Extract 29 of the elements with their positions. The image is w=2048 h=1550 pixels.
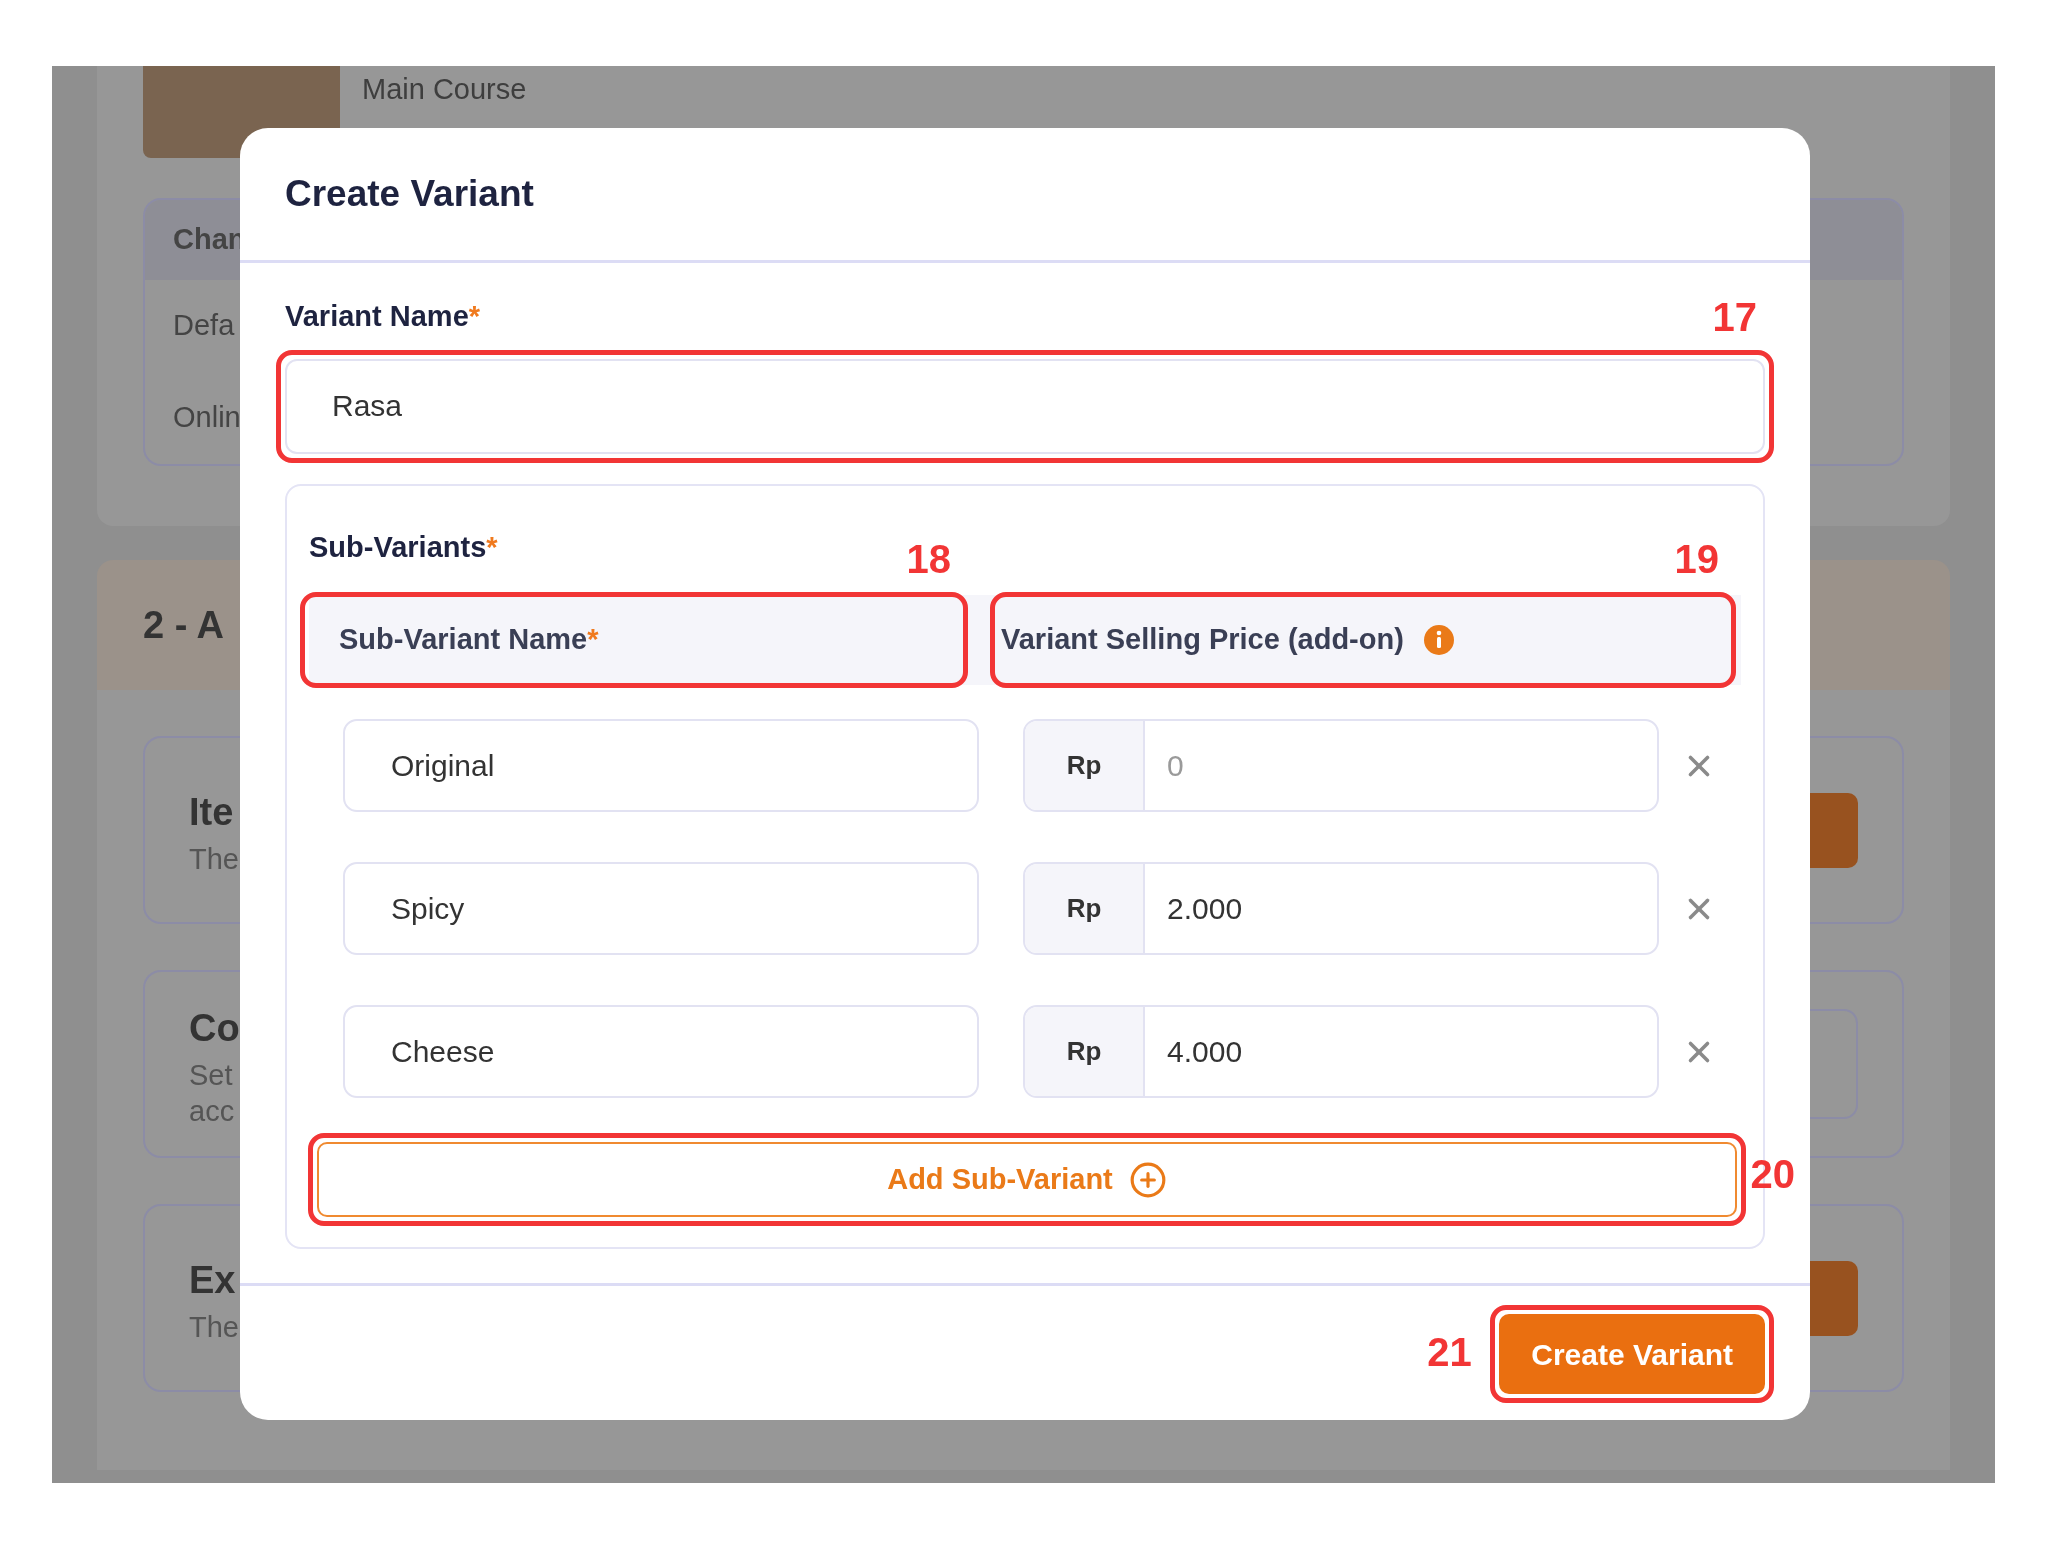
- price-field[interactable]: Rp 4.000: [1023, 1005, 1659, 1098]
- sub-variant-name-field[interactable]: Spicy: [343, 862, 979, 955]
- price-field[interactable]: Rp 0: [1023, 719, 1659, 812]
- price-field[interactable]: Rp 2.000: [1023, 862, 1659, 955]
- column-label: Sub-Variant Name*: [339, 622, 599, 658]
- annotation-number: 21: [1427, 1332, 1472, 1372]
- currency-label: Rp: [1025, 721, 1145, 810]
- field-label: Variant Name*: [285, 299, 481, 334]
- variant-name-field[interactable]: Rasa: [285, 358, 1765, 454]
- card-title: Ite: [189, 789, 235, 835]
- card-description: Set acc: [189, 1057, 236, 1129]
- card-description: The: [189, 1309, 239, 1345]
- channel-row-text: Onlin: [173, 400, 241, 436]
- price-input[interactable]: 4.000: [1145, 1007, 1657, 1096]
- column-label: Variant Selling Price (add-on): [1001, 622, 1404, 658]
- annotation-number: 20: [1750, 1154, 1795, 1194]
- dish-category: Main Course: [362, 72, 527, 107]
- plus-circle-icon: [1128, 1160, 1167, 1199]
- annotation-number: 17: [1712, 296, 1757, 337]
- currency-label: Rp: [1025, 1007, 1145, 1096]
- channel-row-text: Defa: [173, 308, 235, 344]
- price-input[interactable]: 2.000: [1145, 864, 1657, 953]
- card-title: Ex: [189, 1257, 237, 1303]
- sub-variant-name-field[interactable]: Original: [343, 719, 979, 812]
- card-title: Co: [189, 1005, 240, 1051]
- price-input[interactable]: 0: [1145, 721, 1657, 810]
- card-description: The: [189, 841, 239, 877]
- currency-label: Rp: [1025, 864, 1145, 953]
- sub-variant-name-field[interactable]: Cheese: [343, 1005, 979, 1098]
